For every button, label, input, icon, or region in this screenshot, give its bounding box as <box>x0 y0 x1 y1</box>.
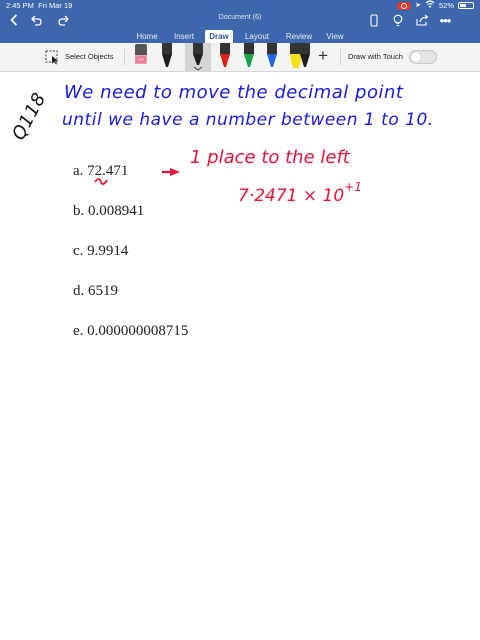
wifi-icon <box>425 0 435 11</box>
ink-result-text: 7·2471 × 10 <box>238 186 345 206</box>
option-d: d. 6519 <box>73 283 118 300</box>
pen-red-tool[interactable] <box>216 43 234 71</box>
ellipsis-icon: ••• <box>439 12 452 28</box>
status-time-date: 2:45 PM Fri Mar 19 <box>6 0 72 11</box>
pen-blue-tool[interactable] <box>263 43 281 71</box>
option-letter: d. <box>73 283 85 299</box>
share-button[interactable] <box>414 11 430 29</box>
ribbon-divider <box>124 49 125 65</box>
option-letter: a. <box>73 163 84 179</box>
ribbon-divider-2 <box>340 49 341 65</box>
title-bar: Document (6) ••• <box>0 11 480 29</box>
option-value: 0.000000008715 <box>87 323 189 339</box>
option-value: 6519 <box>88 283 118 299</box>
ribbon-tabs: Home Insert Draw Layout Review View <box>0 29 480 43</box>
ink-result-exponent: +1 <box>344 180 362 194</box>
select-objects-label[interactable]: Select Objects <box>65 52 113 61</box>
tab-insert[interactable]: Insert <box>169 30 199 43</box>
plus-icon: + <box>318 46 328 65</box>
status-right: ➤ 52% <box>397 0 474 11</box>
pen-green-tool[interactable] <box>240 43 258 71</box>
pen-black-selected-tool[interactable] <box>189 43 207 71</box>
option-value: 0.008941 <box>88 203 145 219</box>
option-letter: e. <box>73 323 84 339</box>
ink-note-line1: We need to move the decimal point <box>64 82 404 103</box>
tab-home[interactable]: Home <box>132 30 162 43</box>
status-bar: 2:45 PM Fri Mar 19 ➤ 52% <box>0 0 480 11</box>
location-icon: ➤ <box>415 2 421 9</box>
more-options-button[interactable]: ••• <box>436 11 454 29</box>
eraser-icon <box>135 44 147 64</box>
share-icon <box>415 14 428 26</box>
ink-note-line2: until we have a number between 1 to 10. <box>62 110 434 130</box>
tab-view[interactable]: View <box>322 30 348 43</box>
option-letter: c. <box>73 243 84 259</box>
ink-annotation-place: 1 place to the left <box>190 147 350 168</box>
pen-dark-tool[interactable] <box>296 43 314 71</box>
draw-ribbon: Select Objects + Draw with Touch <box>0 43 480 72</box>
option-e: e. 0.000000008715 <box>73 323 188 340</box>
ink-annotation-result: 7·2471 × 10+1 <box>238 180 362 206</box>
phone-icon <box>370 13 378 27</box>
status-time: 2:45 PM <box>6 1 34 10</box>
screen-recording-icon <box>397 1 412 10</box>
option-value: 9.9914 <box>87 243 129 259</box>
option-letter: b. <box>73 203 85 219</box>
mobile-view-button[interactable] <box>366 11 382 29</box>
pen-black-tool[interactable] <box>158 43 176 71</box>
select-objects-button[interactable] <box>44 49 60 65</box>
tell-me-button[interactable] <box>390 11 406 29</box>
question-label-ink: Q118 <box>8 89 51 144</box>
ink-red-marks <box>94 168 180 185</box>
option-c: c. 9.9914 <box>73 243 128 260</box>
lasso-select-icon <box>45 50 58 65</box>
tab-layout[interactable]: Layout <box>241 30 273 43</box>
draw-with-touch-label: Draw with Touch <box>348 52 403 61</box>
status-date: Fri Mar 19 <box>38 1 73 10</box>
document-canvas[interactable]: Q118 We need to move the decimal point u… <box>0 72 480 640</box>
draw-with-touch-toggle[interactable] <box>409 50 437 64</box>
add-pen-button[interactable]: + <box>318 47 328 65</box>
option-b: b. 0.008941 <box>73 203 144 220</box>
tab-draw[interactable]: Draw <box>205 30 233 43</box>
tab-review[interactable]: Review <box>282 30 316 43</box>
battery-icon <box>458 2 474 9</box>
lightbulb-icon <box>393 14 403 26</box>
document-title[interactable]: Document (6) <box>0 14 480 21</box>
battery-percent: 52% <box>438 1 454 10</box>
